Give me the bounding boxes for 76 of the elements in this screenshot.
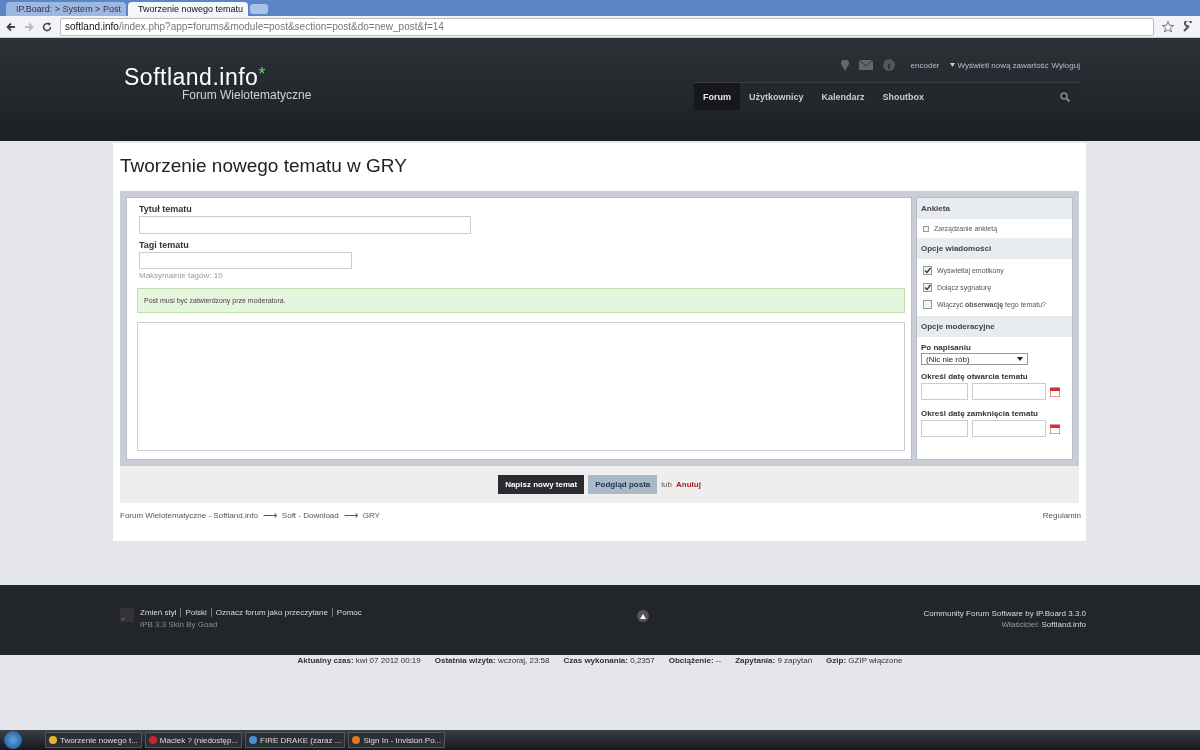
field-label: Określ datę otwarcia tematu bbox=[920, 371, 1029, 382]
field-label: Tagi tematu bbox=[139, 240, 190, 250]
start-button[interactable] bbox=[4, 731, 22, 749]
field-label: Po napisaniu bbox=[920, 342, 972, 353]
stat-item: Zapytania: 9 zapytań bbox=[735, 656, 813, 665]
browser-tab[interactable]: IP.Board: > System > Post bbox=[6, 2, 126, 16]
calendar-icon[interactable] bbox=[1050, 386, 1060, 397]
forward-icon[interactable] bbox=[24, 21, 34, 32]
tags-hint: Maksymalnie tagów: 10 bbox=[139, 271, 224, 280]
footer-link[interactable]: Polski bbox=[180, 608, 207, 617]
owner-link[interactable]: Softland.info bbox=[1041, 620, 1086, 629]
taskbar-button[interactable]: Maciek ? (niedostęp... bbox=[144, 732, 243, 748]
stat-item: Aktualny czas: kwi 07 2012 00:19 bbox=[297, 656, 421, 665]
action-dropdown[interactable]: (Nic nie rób) bbox=[921, 353, 1028, 365]
location-pin-icon[interactable] bbox=[840, 59, 849, 71]
new-tab-button[interactable] bbox=[250, 4, 268, 14]
tags-field[interactable] bbox=[139, 252, 352, 269]
search-icon[interactable] bbox=[1060, 91, 1070, 102]
taskbar-button[interactable]: Tworzenie nowego t... bbox=[45, 732, 142, 748]
nav-tab[interactable]: Shoutbox bbox=[873, 83, 934, 110]
section-heading: Opcje moderacyjne bbox=[917, 316, 1072, 337]
breadcrumb-link[interactable]: Soft - Download bbox=[281, 511, 339, 520]
footer-link[interactable]: Oznacz forum jako przeczytane bbox=[210, 608, 328, 617]
bullet-icon bbox=[923, 225, 929, 232]
caret-icon[interactable] bbox=[949, 63, 955, 67]
reload-icon[interactable] bbox=[42, 21, 52, 32]
software-credit[interactable]: Community Forum Software by IP.Board 3.3.0 bbox=[923, 608, 1086, 619]
submit-button[interactable]: Napisz nowy temat bbox=[498, 475, 585, 494]
cancel-link[interactable]: Anuluj bbox=[675, 480, 701, 489]
field-label: Tytuł tematu bbox=[139, 204, 193, 214]
arrow-icon: ⟶ bbox=[262, 512, 277, 520]
browser-tab[interactable]: Tworzenie nowego tematu bbox=[128, 2, 248, 16]
info-icon[interactable] bbox=[882, 59, 895, 71]
calendar-icon[interactable] bbox=[1050, 423, 1060, 434]
back-to-top-button[interactable] bbox=[636, 610, 649, 622]
arrow-icon: ⟶ bbox=[343, 512, 358, 520]
envelope-icon[interactable] bbox=[858, 60, 873, 70]
owner-label: Właściciel: bbox=[1001, 620, 1040, 629]
nav-tab[interactable]: Kalendarz bbox=[812, 83, 874, 110]
page-title: Tworzenie nowego tematu w GRY bbox=[120, 155, 408, 177]
stat-item: Ostatnia wizyta: wczoraj, 23:58 bbox=[434, 656, 550, 665]
address-bar[interactable]: softland.info/index.php?app=forums&module=post&section=post&do=new_post&f=14 bbox=[60, 17, 1154, 36]
site-logo[interactable]: Softland.info* Forum Wielotematyczne bbox=[124, 38, 312, 141]
breadcrumb-link[interactable]: GRY bbox=[362, 511, 380, 520]
taskbar-button[interactable]: Sign In - Invision Po... bbox=[348, 732, 446, 748]
topic-title-field[interactable] bbox=[139, 216, 471, 234]
taskbar-button[interactable]: FIRE DRAKE (zaraz ... bbox=[245, 732, 346, 748]
stat-item: Gzip: GZIP włączone bbox=[826, 656, 903, 665]
field-label: Określ datę zamknięcia tematu bbox=[920, 408, 1039, 419]
checkbox[interactable] bbox=[923, 283, 932, 292]
footer-link[interactable]: Zmień styl bbox=[140, 608, 177, 617]
skin-credit: IPB 3.3 Skin By Goad bbox=[140, 620, 219, 629]
preview-button[interactable]: Podgląd posta bbox=[588, 475, 658, 494]
caret-icon[interactable] bbox=[1017, 357, 1023, 361]
user-link[interactable]: Wyświetl nową zawartość bbox=[957, 60, 1049, 70]
footer-link[interactable]: Pomoc bbox=[331, 608, 362, 617]
stat-item: Czas wykonania: 0,2357 bbox=[563, 656, 655, 665]
stat-item: Obciążenie: -- bbox=[668, 656, 722, 665]
section-heading: Opcje wiadomości bbox=[917, 238, 1072, 259]
username-link[interactable]: encoder bbox=[910, 60, 940, 70]
back-icon[interactable] bbox=[6, 21, 16, 32]
star-icon[interactable] bbox=[1162, 20, 1174, 33]
or-text: lub bbox=[661, 480, 672, 489]
checkbox[interactable] bbox=[923, 300, 932, 309]
time-field[interactable] bbox=[972, 383, 1046, 400]
user-link[interactable]: Wyloguj bbox=[1051, 60, 1080, 70]
rules-link[interactable]: Regulamin bbox=[1042, 511, 1081, 520]
checkbox[interactable] bbox=[923, 266, 932, 275]
nav-tab[interactable]: Użytkownicy bbox=[740, 83, 813, 110]
time-field[interactable] bbox=[972, 420, 1046, 437]
date-field[interactable] bbox=[921, 383, 968, 400]
up-arrow-icon bbox=[639, 613, 646, 619]
date-field[interactable] bbox=[921, 420, 968, 437]
breadcrumb-link[interactable]: Forum Wielotematyczne - Softland.info bbox=[120, 511, 258, 520]
nav-tab[interactable]: Forum bbox=[694, 83, 740, 110]
section-heading: Ankieta bbox=[917, 198, 1072, 219]
